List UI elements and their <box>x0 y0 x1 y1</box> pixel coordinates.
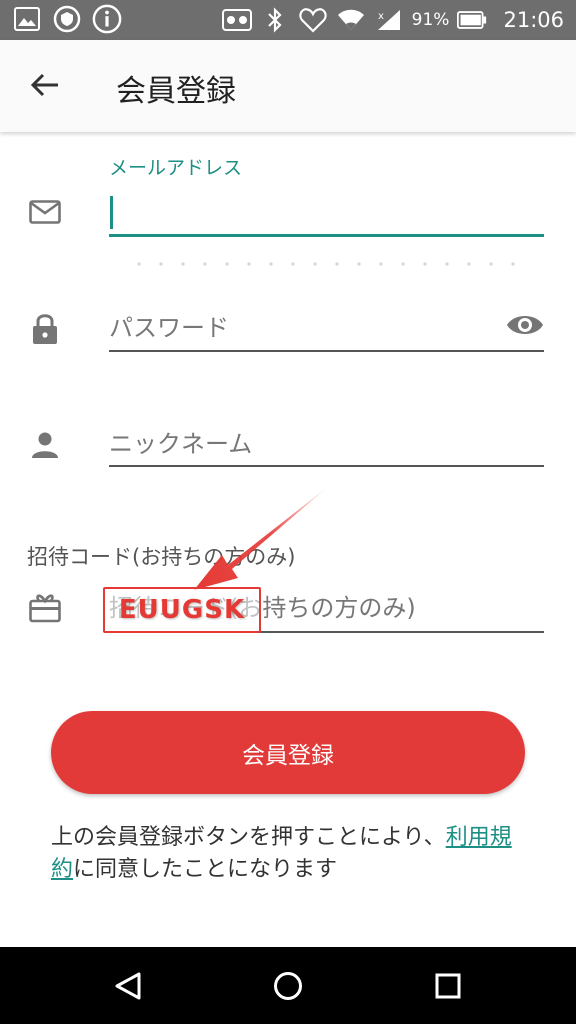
page-title: 会員登録 <box>116 74 236 109</box>
navigation-bar <box>0 947 576 1024</box>
voicemail-icon <box>221 5 252 35</box>
annotation-code-box: EUUGSK <box>103 587 261 633</box>
password-field[interactable]: パスワード <box>109 308 229 343</box>
svg-text:x: x <box>378 11 384 22</box>
eye-icon[interactable] <box>505 308 545 342</box>
status-bar: x 91% 21:06 <box>0 0 576 40</box>
register-button-label: 会員登録 <box>242 742 334 769</box>
register-button[interactable]: 会員登録 <box>51 711 525 794</box>
heart-icon <box>298 5 328 35</box>
info-icon <box>92 4 122 34</box>
annotation-code: EUUGSK <box>118 595 246 625</box>
mail-icon <box>28 195 62 229</box>
status-bar-right: x 91% 21:06 <box>221 4 564 36</box>
arrow-back-icon[interactable] <box>22 62 68 108</box>
terms-prefix: 上の会員登録ボタンを押すことにより、 <box>51 825 446 850</box>
terms-text: 上の会員登録ボタンを押すことにより、利用規約に同意したことになります <box>51 822 521 886</box>
invite-code-label: 招待コード(お持ちの方のみ) <box>27 545 296 569</box>
back-triangle-icon[interactable] <box>105 963 151 1009</box>
email-field[interactable] <box>109 190 544 234</box>
nickname-field-underline <box>109 465 544 467</box>
terms-suffix: に同意したことになります <box>73 857 338 882</box>
gallery-icon <box>12 4 42 34</box>
nickname-field[interactable]: ニックネーム <box>109 424 252 459</box>
wifi-icon <box>336 5 366 35</box>
shield-icon <box>52 4 82 34</box>
person-icon <box>28 428 62 462</box>
status-time: 21:06 <box>503 8 564 32</box>
home-circle-icon[interactable] <box>265 963 311 1009</box>
email-field-underline <box>109 234 544 237</box>
email-label: メールアドレス <box>109 157 243 179</box>
bluetooth-icon <box>260 5 290 35</box>
battery-percent: 91% <box>411 10 450 30</box>
recents-square-icon[interactable] <box>425 963 471 1009</box>
battery-icon <box>457 5 487 35</box>
lock-icon <box>28 312 62 346</box>
password-field-underline <box>109 350 544 352</box>
signal-icon: x <box>374 5 404 35</box>
status-bar-left <box>12 4 122 34</box>
app-bar: 会員登録 <box>0 40 576 132</box>
dotted-divider <box>128 262 528 266</box>
gift-card-icon <box>28 591 62 625</box>
